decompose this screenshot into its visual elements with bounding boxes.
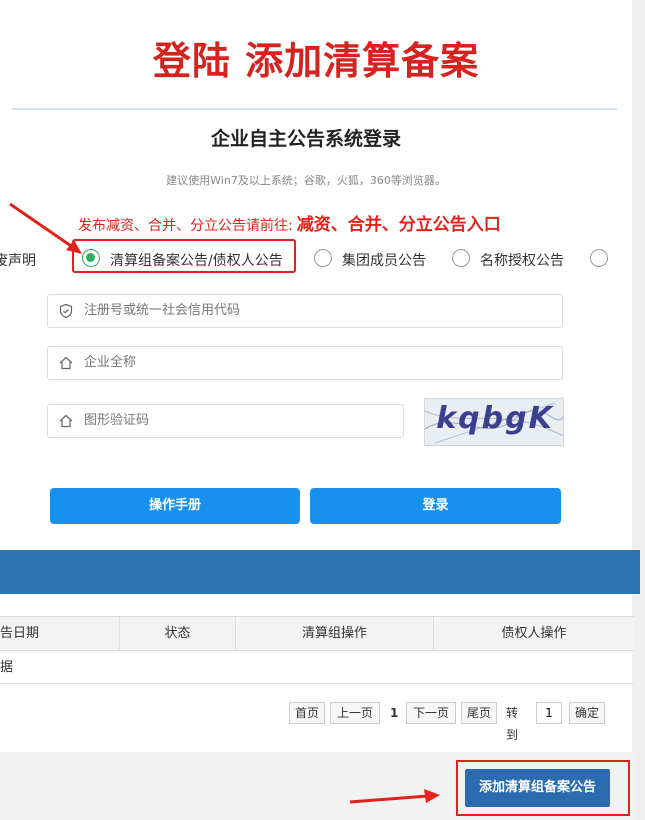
annotation-arrow-icon	[349, 789, 440, 804]
radio-name-authorization-notice[interactable]	[452, 249, 470, 267]
shield-icon	[59, 303, 73, 319]
table-header: 告日期 状态 清算组操作 债权人操作	[0, 617, 634, 651]
radio-group-member-notice[interactable]	[314, 249, 332, 267]
browser-tip: 建议使用Win7及以上系统；谷歌，火狐，360等浏览器。	[166, 174, 446, 187]
table-row: 据	[0, 652, 634, 684]
goto-label: 转到	[506, 706, 519, 742]
company-name-field[interactable]	[47, 346, 563, 380]
current-page: 1	[390, 706, 399, 720]
next-page-button[interactable]: 下一页	[406, 702, 456, 724]
highlight-box-add-button	[456, 760, 630, 816]
captcha-input[interactable]	[84, 405, 384, 437]
page-edge-strip	[632, 0, 645, 820]
empty-data-text: 据	[0, 660, 14, 675]
goto-confirm-button[interactable]: 确定	[569, 702, 605, 724]
reg-code-field[interactable]	[47, 294, 563, 328]
home-icon	[59, 414, 73, 428]
col-header-creditor-ops: 债权人操作	[501, 626, 567, 641]
goto-page-input[interactable]	[536, 702, 562, 724]
home-icon	[59, 356, 73, 370]
section-header-band	[0, 550, 640, 594]
radio-label-group-member[interactable]: 集团成员公告	[342, 250, 426, 270]
captcha-text: kqbgK	[436, 401, 554, 436]
radio-label-cut: 作废声明	[0, 253, 36, 269]
notice-line: 发布减资、合并、分立公告请前往: 减资、合并、分立公告入口	[78, 210, 501, 235]
radio-extra-option[interactable]	[590, 249, 608, 267]
company-name-input[interactable]	[84, 347, 544, 379]
header-divider	[12, 108, 617, 110]
notice-table: 告日期 状态 清算组操作 债权人操作 据	[0, 616, 634, 684]
first-page-button[interactable]: 首页	[289, 702, 325, 724]
last-page-button[interactable]: 尾页	[461, 702, 497, 724]
radio-label-name-authorization[interactable]: 名称授权公告	[480, 250, 564, 270]
manual-button[interactable]: 操作手册	[50, 488, 300, 524]
reg-code-input[interactable]	[84, 295, 544, 327]
col-header-liquidation-ops: 清算组操作	[236, 617, 434, 651]
col-header-status: 状态	[120, 617, 236, 651]
banner-title: 登陆 添加清算备案	[152, 39, 480, 83]
login-button[interactable]: 登录	[310, 488, 561, 524]
notice-prefix: 发布减资、合并、分立公告请前往:	[78, 218, 293, 234]
highlight-box-radio	[72, 239, 296, 273]
login-title: 企业自主公告系统登录	[210, 128, 401, 150]
captcha-field[interactable]	[47, 404, 404, 438]
captcha-image[interactable]: kqbgK	[424, 398, 564, 446]
col-header-date: 告日期	[0, 617, 120, 651]
capital-reduction-link[interactable]: 减资、合并、分立公告入口	[297, 215, 501, 235]
prev-page-button[interactable]: 上一页	[330, 702, 380, 724]
